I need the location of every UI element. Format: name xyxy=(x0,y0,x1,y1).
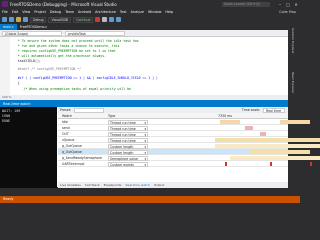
timeline-segment xyxy=(245,126,253,130)
minimize-icon[interactable]: – xyxy=(276,2,284,7)
menu-debug[interactable]: Debug xyxy=(50,10,61,14)
timeline-segment xyxy=(260,132,266,136)
watch-row[interactable]: UARTInterrupt Custom events ▾ xyxy=(58,161,312,167)
menu-architecture[interactable]: Architecture xyxy=(95,10,116,14)
realtime-watch-panel: Real-time watch WAIT: 100 CONN DONE Pres… xyxy=(0,100,320,188)
watch-name: UARTInterrupt xyxy=(62,162,85,166)
title-bar: FreeRTOSDemo (Debugging) - Microsoft Vis… xyxy=(0,0,300,8)
watch-type-select[interactable]: Thread run time ▾ xyxy=(108,125,148,131)
solution-explorer-tab[interactable]: Solution Explorer xyxy=(291,28,295,54)
tab-breakpoints[interactable]: Breakpoints xyxy=(104,183,122,187)
code-line: #if ( ( configUSE_PREEMPTION == 1 ) && (… xyxy=(12,76,158,80)
watch-type-select[interactable]: Thread run time ▾ xyxy=(108,131,148,137)
code-editor[interactable]: * To ensure the system does not proceed … xyxy=(0,37,288,95)
pause-icon[interactable] xyxy=(102,17,108,22)
open-file-icon[interactable] xyxy=(16,17,21,22)
close-icon[interactable]: ✕ xyxy=(292,2,300,7)
tab-live-variables[interactable]: Live Variables xyxy=(60,183,81,187)
watch-type-select[interactable]: Custom length ▾ xyxy=(108,143,148,149)
vs-logo-icon xyxy=(2,1,8,7)
timeline-event xyxy=(270,162,272,166)
timeline-event xyxy=(310,162,312,166)
tab-output[interactable]: Output xyxy=(154,183,164,187)
editor-gutter xyxy=(0,37,10,95)
preset-label: Preset: xyxy=(60,108,72,112)
code-line: * requires configUSE_PREEMPTION be set t… xyxy=(12,49,116,53)
menu-project[interactable]: Project xyxy=(34,10,46,14)
timeline-segment xyxy=(215,138,320,142)
code-line: * run and given other tasks a chance to … xyxy=(12,44,120,48)
status-bar: Ready xyxy=(0,196,300,203)
code-line: * To ensure the system does not proceed … xyxy=(12,39,139,43)
code-line: #endif /* configUSE_PREEMPTION */ xyxy=(12,67,82,71)
continue-button[interactable]: Continue xyxy=(73,16,94,23)
code-line: * will automatically get the processor a… xyxy=(12,54,107,58)
right-side-strip: Solution Explorer Team Explorer xyxy=(288,24,300,196)
timeline-event xyxy=(225,162,227,166)
forward-icon[interactable] xyxy=(9,17,14,22)
stop-icon[interactable] xyxy=(95,17,101,22)
timeline-segment xyxy=(280,120,310,124)
editor-nav-bar: (Global Scope) prvIdleTask xyxy=(0,30,288,37)
tab-call-stack[interactable]: Call Stack xyxy=(85,183,100,187)
bottom-tool-tabs: Live Variables Call Stack Breakpoints Re… xyxy=(58,182,288,188)
watch-type-select[interactable]: Custom events ▾ xyxy=(108,161,148,167)
menu-help[interactable]: Help xyxy=(165,10,173,14)
code-line: /* When using preemption tasks of equal … xyxy=(12,87,131,91)
preset-select[interactable] xyxy=(74,107,105,113)
scope-select[interactable]: (Global Scope) xyxy=(2,30,62,36)
timeline-segment xyxy=(220,120,240,124)
menu-file[interactable]: File xyxy=(2,10,8,14)
watch-type-select[interactable]: Thread run time ▾ xyxy=(108,137,148,143)
menu-analyze[interactable]: Analyze xyxy=(131,10,144,14)
time-scale-label: Time scale: xyxy=(241,108,260,112)
timeline-segment xyxy=(215,144,320,148)
console-output: WAIT: 100 CONN DONE xyxy=(0,107,57,188)
tab-realtime-watch[interactable]: Real-time watch xyxy=(126,183,150,187)
step-into-icon[interactable] xyxy=(116,17,122,22)
menu-team[interactable]: Team xyxy=(65,10,74,14)
menu-edit[interactable]: Edit xyxy=(12,10,19,14)
window-title: FreeRTOSDemo (Debugging) - Microsoft Vis… xyxy=(10,1,117,7)
menu-window[interactable]: Window xyxy=(148,10,161,14)
back-icon[interactable] xyxy=(2,17,7,22)
quick-launch-input[interactable]: Quick Launch (Ctrl+Q) xyxy=(222,1,270,7)
code-map-button[interactable]: Code Map xyxy=(279,10,296,14)
menu-view[interactable]: View xyxy=(22,10,30,14)
code-line: { xyxy=(12,81,20,85)
watch-type-select[interactable]: Semaphore value ▾ xyxy=(108,155,148,161)
member-select[interactable]: prvIdleTask xyxy=(65,30,125,36)
save-icon[interactable] xyxy=(23,17,28,22)
team-explorer-tab[interactable]: Team Explorer xyxy=(291,72,295,93)
configuration-select[interactable]: Debug xyxy=(30,16,47,23)
watch-type-select[interactable]: Thread run time ▾ xyxy=(108,119,148,125)
step-over-icon[interactable] xyxy=(109,17,115,22)
code-line: taskYIELD(); xyxy=(12,59,41,63)
watch-type-select[interactable]: Custom length ▾ xyxy=(108,149,148,155)
console-line: DONE xyxy=(2,120,11,124)
timeline-segment xyxy=(250,150,310,154)
platform-select[interactable]: VisualGDB xyxy=(48,16,72,23)
toolbar: Debug VisualGDB Continue xyxy=(0,15,300,24)
maximize-icon[interactable]: □ xyxy=(284,2,292,7)
menu-bar: File Edit View Project Debug Team Androi… xyxy=(0,8,300,15)
status-text: Ready xyxy=(3,197,14,201)
menu-test[interactable]: Test xyxy=(120,10,127,14)
time-scale-select[interactable]: Real time xyxy=(263,107,285,113)
timeline-track xyxy=(210,161,320,167)
menu-android[interactable]: Android xyxy=(78,10,91,14)
timeline-segment xyxy=(230,156,320,160)
